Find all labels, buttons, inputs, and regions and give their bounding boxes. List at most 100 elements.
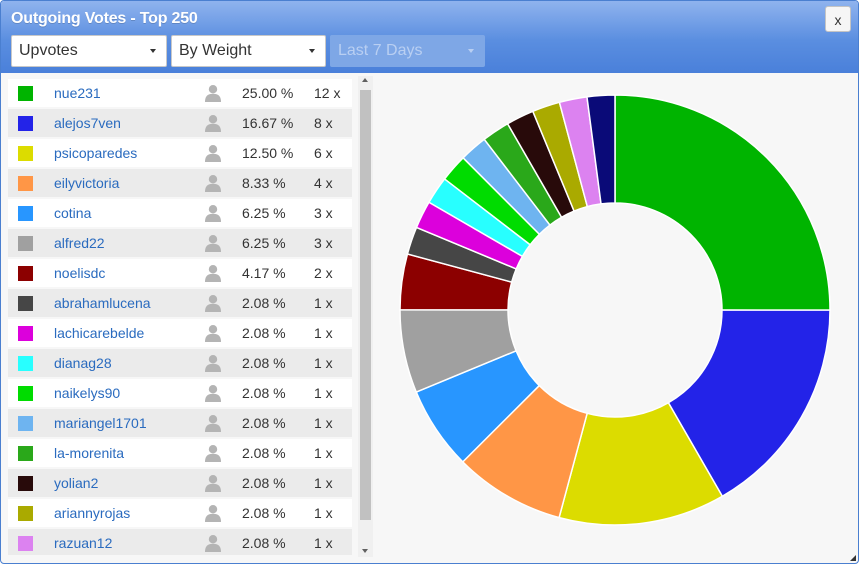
voter-name-link[interactable]: la-morenita — [54, 445, 124, 461]
vote-percentage: 2.08 % — [242, 415, 286, 431]
color-swatch — [18, 206, 33, 221]
vote-percentage: 6.25 % — [242, 205, 286, 221]
color-swatch — [18, 116, 33, 131]
list-item: razuan12 2.08 % 1 x — [8, 529, 352, 555]
user-profile-icon[interactable] — [204, 414, 222, 432]
vote-count: 1 x — [314, 445, 333, 461]
list-item: alejos7ven 16.67 % 8 x — [8, 109, 352, 137]
scroll-thumb[interactable] — [360, 90, 371, 520]
vote-count: 1 x — [314, 385, 333, 401]
user-profile-icon[interactable] — [204, 474, 222, 492]
voter-name-link[interactable]: yolian2 — [54, 475, 98, 491]
window-title: Outgoing Votes - Top 250 — [11, 10, 198, 27]
user-profile-icon[interactable] — [204, 534, 222, 552]
voter-name-link[interactable]: lachicarebelde — [54, 325, 144, 341]
chevron-down-icon — [150, 49, 156, 53]
sort-value: By Weight — [179, 42, 252, 59]
scroll-up-arrow-icon[interactable] — [362, 78, 368, 82]
voter-name-link[interactable]: psicoparedes — [54, 145, 137, 161]
list-item: cotina 6.25 % 3 x — [8, 199, 352, 227]
user-profile-icon[interactable] — [204, 324, 222, 342]
user-profile-icon[interactable] — [204, 84, 222, 102]
user-profile-icon[interactable] — [204, 444, 222, 462]
vote-percentage: 2.08 % — [242, 475, 286, 491]
vote-type-value: Upvotes — [19, 42, 78, 59]
user-profile-icon[interactable] — [204, 504, 222, 522]
color-swatch — [18, 326, 33, 341]
voter-name-link[interactable]: alejos7ven — [54, 115, 121, 131]
vote-count: 1 x — [314, 325, 333, 341]
scroll-down-arrow-icon[interactable] — [362, 549, 368, 553]
list-item: eilyvictoria 8.33 % 4 x — [8, 169, 352, 197]
list-item: mariangel1701 2.08 % 1 x — [8, 409, 352, 437]
list-scrollbar[interactable] — [358, 76, 373, 557]
voter-name-link[interactable]: abrahamlucena — [54, 295, 151, 311]
user-profile-icon[interactable] — [204, 354, 222, 372]
color-swatch — [18, 296, 33, 311]
vote-percentage: 12.50 % — [242, 145, 294, 161]
list-item: ariannyrojas 2.08 % 1 x — [8, 499, 352, 527]
voter-name-link[interactable]: alfred22 — [54, 235, 105, 251]
user-profile-icon[interactable] — [204, 294, 222, 312]
vote-count: 8 x — [314, 115, 333, 131]
user-profile-icon[interactable] — [204, 234, 222, 252]
voter-name-link[interactable]: mariangel1701 — [54, 415, 147, 431]
user-profile-icon[interactable] — [204, 204, 222, 222]
donut-slice-nue231[interactable] — [614, 94, 831, 311]
vote-percentage: 2.08 % — [242, 385, 286, 401]
list-item: alfred22 6.25 % 3 x — [8, 229, 352, 257]
color-swatch — [18, 86, 33, 101]
vote-percentage: 2.08 % — [242, 355, 286, 371]
vote-percentage: 2.08 % — [242, 445, 286, 461]
vote-percentage: 25.00 % — [242, 85, 294, 101]
vote-percentage: 4.17 % — [242, 265, 286, 281]
resize-grip-icon[interactable] — [850, 555, 856, 561]
color-swatch — [18, 506, 33, 521]
color-swatch — [18, 536, 33, 551]
user-profile-icon[interactable] — [204, 384, 222, 402]
vote-count: 1 x — [314, 505, 333, 521]
vote-percentage: 2.08 % — [242, 535, 286, 551]
voter-name-link[interactable]: razuan12 — [54, 535, 112, 551]
voter-name-link[interactable]: ariannyrojas — [54, 505, 130, 521]
voter-name-link[interactable]: naikelys90 — [54, 385, 120, 401]
user-profile-icon[interactable] — [204, 114, 222, 132]
chevron-down-icon — [309, 49, 315, 53]
voter-name-link[interactable]: eilyvictoria — [54, 175, 119, 191]
user-profile-icon[interactable] — [204, 264, 222, 282]
vote-percentage: 2.08 % — [242, 325, 286, 341]
color-swatch — [18, 356, 33, 371]
close-button[interactable]: x — [825, 6, 851, 32]
color-swatch — [18, 416, 33, 431]
voter-list: nue231 25.00 % 12 x alejos7ven 16.67 % 8 x psi… — [8, 79, 352, 555]
title-bar[interactable]: Outgoing Votes - Top 250 x Upvotes By We… — [1, 1, 858, 73]
voter-name-link[interactable]: dianag28 — [54, 355, 112, 371]
color-swatch — [18, 266, 33, 281]
list-item: dianag28 2.08 % 1 x — [8, 349, 352, 377]
color-swatch — [18, 236, 33, 251]
vote-percentage: 2.08 % — [242, 295, 286, 311]
vote-percentage: 6.25 % — [242, 235, 286, 251]
user-profile-icon[interactable] — [204, 174, 222, 192]
voter-name-link[interactable]: noelisdc — [54, 265, 105, 281]
voter-name-link[interactable]: nue231 — [54, 85, 101, 101]
user-profile-icon[interactable] — [204, 144, 222, 162]
color-swatch — [18, 146, 33, 161]
color-swatch — [18, 176, 33, 191]
vote-count: 1 x — [314, 295, 333, 311]
list-item: la-morenita 2.08 % 1 x — [8, 439, 352, 467]
voter-name-link[interactable]: cotina — [54, 205, 91, 221]
vote-count: 3 x — [314, 205, 333, 221]
list-item: abrahamlucena 2.08 % 1 x — [8, 289, 352, 317]
list-item: psicoparedes 12.50 % 6 x — [8, 139, 352, 167]
vote-count: 6 x — [314, 145, 333, 161]
vote-count: 1 x — [314, 415, 333, 431]
vote-percentage: 2.08 % — [242, 505, 286, 521]
votes-donut-chart — [399, 94, 831, 526]
vote-count: 12 x — [314, 85, 341, 101]
sort-select[interactable]: By Weight — [171, 35, 326, 67]
vote-count: 2 x — [314, 265, 333, 281]
list-item: naikelys90 2.08 % 1 x — [8, 379, 352, 407]
vote-type-select[interactable]: Upvotes — [11, 35, 167, 67]
vote-count: 3 x — [314, 235, 333, 251]
